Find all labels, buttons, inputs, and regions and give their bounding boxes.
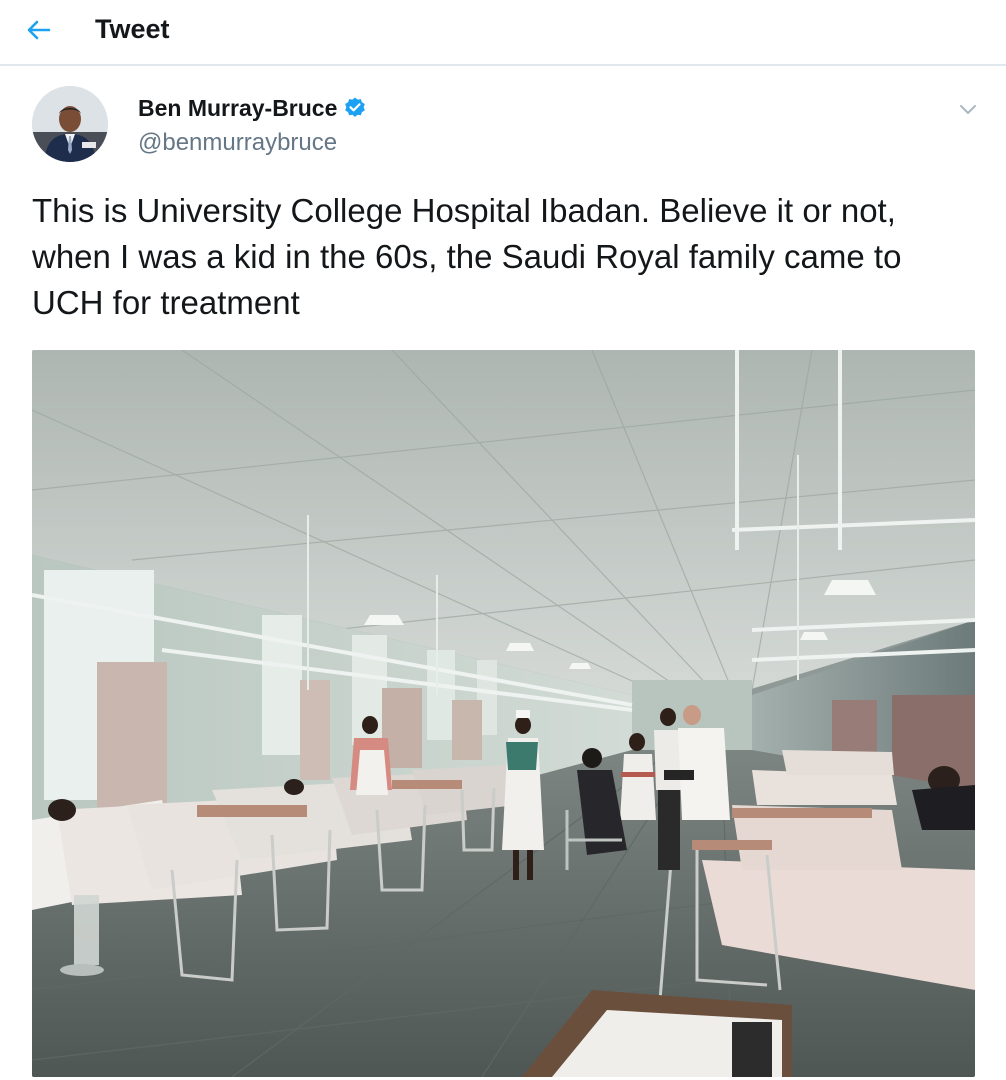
author-name-text: Ben Murray-Bruce xyxy=(138,95,338,121)
author-name[interactable]: Ben Murray-Bruce xyxy=(138,94,367,122)
arrow-left-icon xyxy=(27,20,51,40)
page-title: Tweet xyxy=(95,14,170,44)
avatar[interactable] xyxy=(32,86,108,162)
hospital-ward-photo xyxy=(32,350,975,1077)
tweet-menu-button[interactable] xyxy=(956,100,980,120)
author-handle[interactable]: @benmurraybruce xyxy=(138,128,337,158)
tweet-text: This is University College Hospital Ibad… xyxy=(32,192,902,321)
back-button[interactable] xyxy=(22,14,54,46)
chevron-down-icon xyxy=(960,105,976,114)
verified-badge-icon xyxy=(345,97,366,117)
tweet-photo[interactable] xyxy=(32,350,975,1077)
top-bar: Tweet xyxy=(0,0,1006,66)
